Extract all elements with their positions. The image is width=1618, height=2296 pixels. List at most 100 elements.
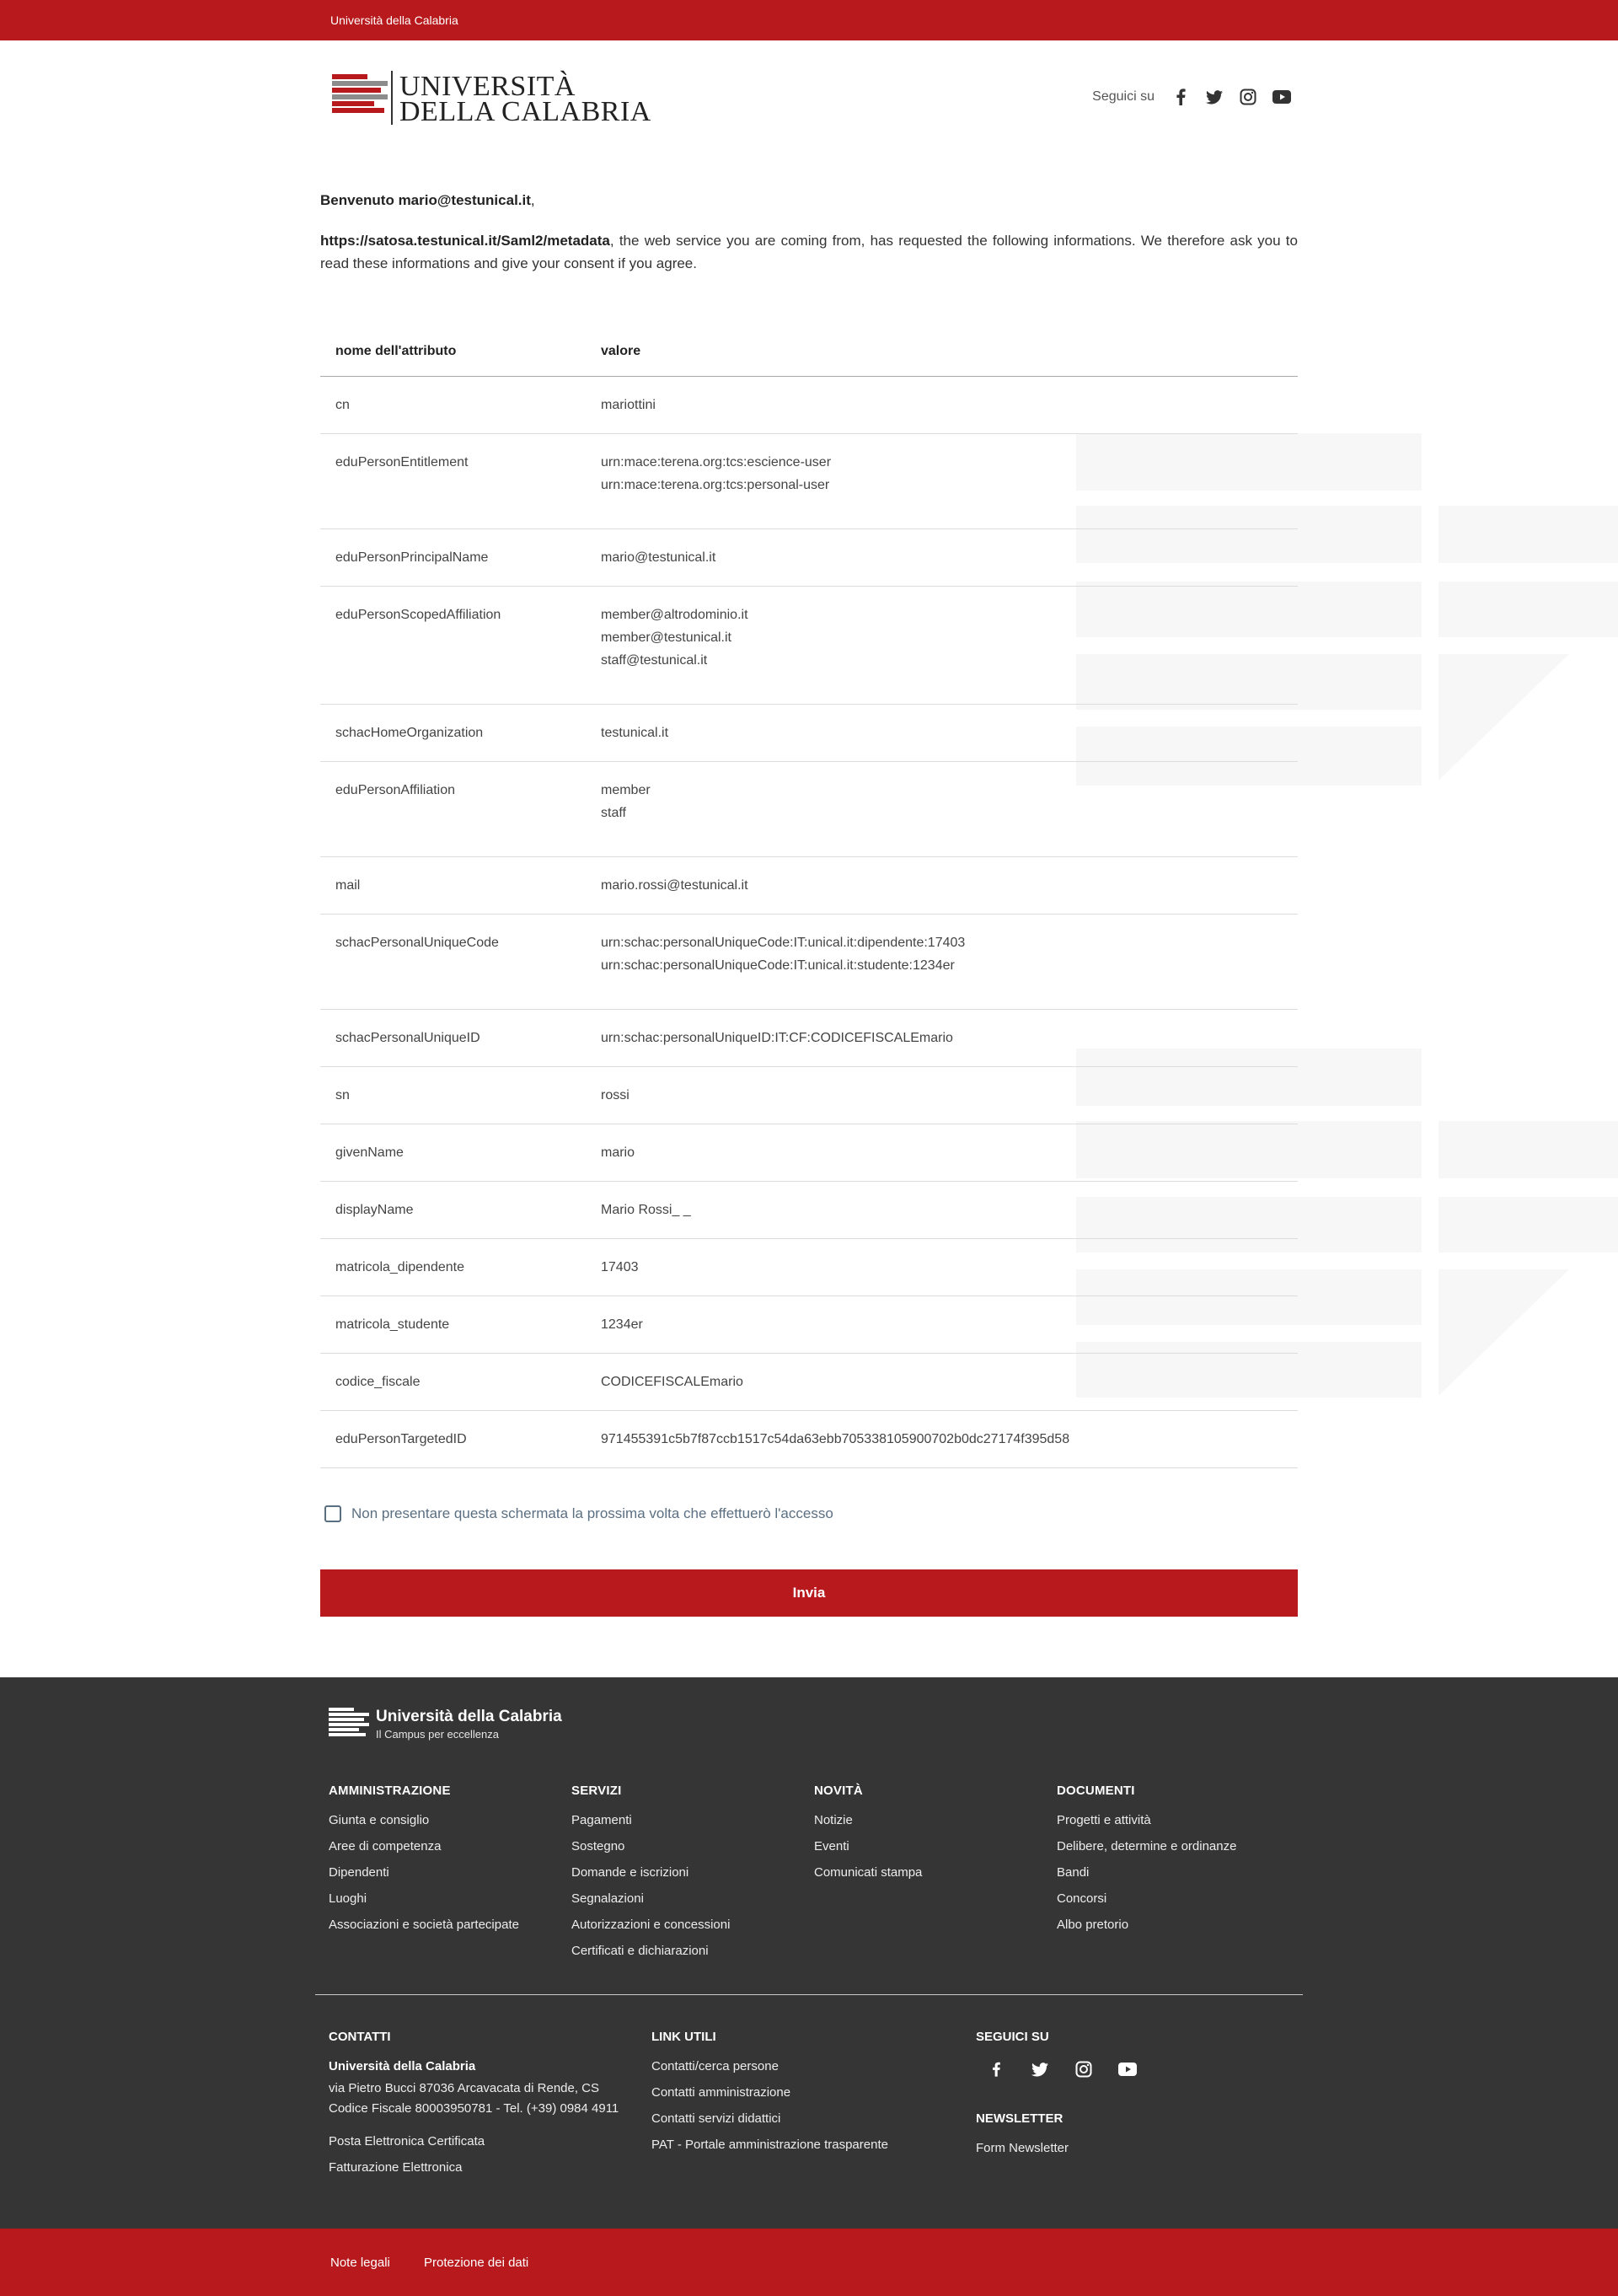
- youtube-icon[interactable]: [1117, 2059, 1138, 2079]
- attribute-name: eduPersonEntitlement: [320, 433, 586, 529]
- table-row: givenName mario: [320, 1124, 1298, 1182]
- footer-link[interactable]: Sostegno: [571, 1839, 730, 1853]
- attribute-value: urn:mace:terena.org:tcs:personal-user: [601, 477, 830, 492]
- footer-link[interactable]: Luoghi: [329, 1891, 519, 1906]
- attribute-value: 17403: [601, 1259, 639, 1274]
- footer-logo-icon: [329, 1708, 369, 1736]
- footer-col-title: NOVITÀ: [814, 1784, 863, 1798]
- column-header-attribute: nome dell'attributo: [320, 327, 586, 377]
- attribute-value: member@testunical.it: [601, 630, 731, 645]
- attribute-value-cell: member@altrodominio.it member@testunical.…: [586, 586, 1298, 705]
- attribute-value: rossi: [601, 1087, 630, 1102]
- attribute-value-cell: rossi: [586, 1066, 1298, 1124]
- attribute-name: schacHomeOrganization: [320, 704, 586, 762]
- footer-link[interactable]: Certificati e dichiarazioni: [571, 1944, 730, 1958]
- table-row: matricola_dipendente 17403: [320, 1238, 1298, 1296]
- instagram-icon[interactable]: [1239, 88, 1257, 106]
- footer-link[interactable]: Associazioni e società partecipate: [329, 1918, 519, 1932]
- footer-link[interactable]: Bandi: [1057, 1865, 1236, 1880]
- facebook-icon[interactable]: [986, 2059, 1006, 2079]
- contacts-address-block: via Pietro Bucci 87036 Arcavacata di Ren…: [329, 2079, 619, 2119]
- instagram-icon[interactable]: [1074, 2059, 1094, 2079]
- attributes-table-body: cn mariottini eduPersonEntitlement urn:mace…: [320, 376, 1298, 1468]
- attribute-value: urn:schac:personalUniqueCode:IT:unical.i…: [601, 958, 955, 973]
- attribute-value-cell: 17403: [586, 1238, 1298, 1296]
- table-row: eduPersonScopedAffiliation member@altrodo…: [320, 586, 1298, 705]
- social-title: SEGUICI SU: [976, 2030, 1049, 2044]
- footer-link[interactable]: Progetti e attività: [1057, 1813, 1236, 1827]
- footer-link[interactable]: Autorizzazioni e concessioni: [571, 1918, 730, 1932]
- attribute-name: matricola_studente: [320, 1296, 586, 1354]
- table-row: schacPersonalUniqueID urn:schac:personalU…: [320, 1009, 1298, 1067]
- twitter-icon[interactable]: [1030, 2059, 1050, 2079]
- useful-links-title: LINK UTILI: [651, 2030, 716, 2044]
- attribute-value-cell: mario.rossi@testunical.it: [586, 856, 1298, 915]
- attribute-name: cn: [320, 376, 586, 434]
- attribute-name: eduPersonScopedAffiliation: [320, 586, 586, 705]
- footer-link[interactable]: Delibere, determine e ordinanze: [1057, 1839, 1236, 1853]
- attribute-value: testunical.it: [601, 725, 669, 740]
- welcome-message: Benvenuto mario@testunical.it,: [320, 192, 535, 209]
- attribute-name: mail: [320, 856, 586, 915]
- youtube-icon[interactable]: [1272, 88, 1291, 106]
- invoicing-link[interactable]: Fatturazione Elettronica: [329, 2160, 619, 2175]
- facebook-icon[interactable]: [1171, 88, 1190, 106]
- submit-button[interactable]: Invia: [320, 1569, 1298, 1617]
- table-row: cn mariottini: [320, 376, 1298, 434]
- footer-link[interactable]: Concorsi: [1057, 1891, 1236, 1906]
- checkbox-box[interactable]: [324, 1505, 341, 1522]
- footer-link[interactable]: Domande e iscrizioni: [571, 1865, 730, 1880]
- footer-link[interactable]: Contatti amministrazione: [651, 2085, 888, 2100]
- footer-link[interactable]: Eventi: [814, 1839, 922, 1853]
- footer-link[interactable]: Dipendenti: [329, 1865, 519, 1880]
- newsletter-title: NEWSLETTER: [976, 2111, 1063, 2126]
- footer-link[interactable]: PAT - Portale amministrazione trasparent…: [651, 2138, 888, 2152]
- footer-link[interactable]: Pagamenti: [571, 1813, 730, 1827]
- privacy-link[interactable]: Protezione dei dati: [424, 2256, 528, 2270]
- attribute-name: eduPersonAffiliation: [320, 761, 586, 857]
- attribute-name: matricola_dipendente: [320, 1238, 586, 1296]
- footer-link[interactable]: Contatti servizi didattici: [651, 2111, 888, 2126]
- footer-col-novita: NOVITÀ Notizie Eventi Comunicati stampa: [814, 1784, 922, 1891]
- attribute-value: staff@testunical.it: [601, 652, 708, 668]
- bottom-bar: Note legali Protezione dei dati: [0, 2229, 1618, 2296]
- table-row: codice_fiscale CODICEFISCALEmario: [320, 1353, 1298, 1411]
- header-social: Seguici su: [1092, 88, 1291, 106]
- university-link[interactable]: Università della Calabria: [330, 13, 458, 27]
- top-bar: Università della Calabria: [0, 0, 1618, 40]
- attribute-value: staff: [601, 805, 626, 820]
- newsletter-link[interactable]: Form Newsletter: [976, 2141, 1138, 2155]
- table-header-row: nome dell'attributo valore: [320, 327, 1298, 377]
- logo-mark-icon: [332, 74, 388, 113]
- footer-link[interactable]: Comunicati stampa: [814, 1865, 922, 1880]
- attribute-value-cell: urn:schac:personalUniqueID:IT:CF:CODICEF…: [586, 1009, 1298, 1067]
- footer-useful-links: LINK UTILI Contatti/cerca persone Contat…: [651, 2030, 888, 2164]
- footer-link[interactable]: Notizie: [814, 1813, 922, 1827]
- footer-link[interactable]: Aree di competenza: [329, 1839, 519, 1853]
- attribute-name: eduPersonTargetedID: [320, 1410, 586, 1468]
- twitter-icon[interactable]: [1205, 88, 1224, 106]
- attribute-value-cell: mario@testunical.it: [586, 528, 1298, 587]
- attribute-value: Mario Rossi_ _: [601, 1202, 691, 1217]
- attribute-value: mario.rossi@testunical.it: [601, 877, 748, 893]
- pec-link[interactable]: Posta Elettronica Certificata: [329, 2134, 619, 2148]
- remember-consent-checkbox[interactable]: Non presentare questa schermata la pross…: [324, 1505, 833, 1522]
- footer: Università della Calabria Il Campus per …: [0, 1677, 1618, 2229]
- footer-link[interactable]: Segnalazioni: [571, 1891, 730, 1906]
- attribute-value-cell: urn:mace:terena.org:tcs:escience-user urn…: [586, 433, 1298, 529]
- footer-link[interactable]: Albo pretorio: [1057, 1918, 1236, 1932]
- footer-col-title: AMMINISTRAZIONE: [329, 1784, 451, 1798]
- attribute-value: member: [601, 782, 651, 797]
- column-header-value: valore: [586, 327, 1298, 377]
- contacts-org: Università della Calabria: [329, 2059, 476, 2073]
- intro-paragraph: https://satosa.testunical.it/Saml2/metad…: [320, 229, 1298, 275]
- attribute-value-cell: 971455391c5b7f87ccb1517c54da63ebb7053381…: [586, 1410, 1298, 1468]
- attribute-name: sn: [320, 1066, 586, 1124]
- legal-notes-link[interactable]: Note legali: [330, 2256, 390, 2270]
- table-row: sn rossi: [320, 1066, 1298, 1124]
- footer-link[interactable]: Giunta e consiglio: [329, 1813, 519, 1827]
- attribute-value: CODICEFISCALEmario: [601, 1374, 743, 1389]
- footer-link[interactable]: Contatti/cerca persone: [651, 2059, 888, 2073]
- attribute-value-cell: mario: [586, 1124, 1298, 1182]
- university-logo[interactable]: UNIVERSITÀ DELLA CALABRIA: [332, 71, 651, 130]
